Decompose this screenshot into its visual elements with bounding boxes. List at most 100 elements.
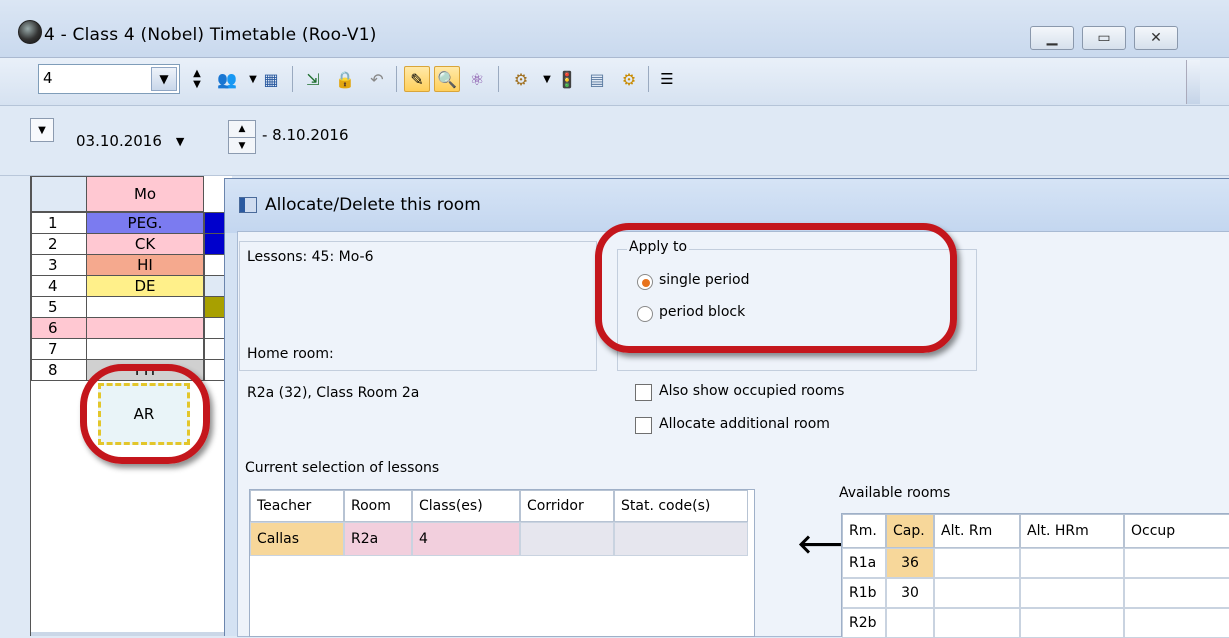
minimize-icon: ▁	[1046, 30, 1058, 46]
highlight-ring-lesson	[80, 364, 210, 464]
room-capacity-cell[interactable]: 30	[886, 578, 934, 608]
spin-down-icon[interactable]: ▼	[229, 138, 255, 154]
room-name-cell[interactable]: R1b	[842, 578, 886, 608]
also-show-occupied-label[interactable]: Also show occupied rooms	[659, 383, 844, 399]
lesson-cell[interactable]: CK	[86, 233, 204, 255]
room-table-cell[interactable]	[1020, 548, 1124, 578]
close-button[interactable]: ✕	[1134, 26, 1178, 50]
period-number: 2	[31, 233, 87, 255]
checkbox-also-show-occupied[interactable]	[635, 384, 652, 401]
lessons-table-cell[interactable]: Callas	[250, 522, 344, 556]
maximize-button[interactable]: ▭	[1082, 26, 1126, 50]
triangle-down-icon: ▼	[38, 124, 46, 136]
close-icon: ✕	[1150, 30, 1162, 46]
grid-view-icon[interactable]: ▦	[258, 66, 284, 92]
lesson-cell[interactable]: PEG.	[86, 212, 204, 234]
lesson-cell[interactable]: DE	[86, 275, 204, 297]
room-table-cell[interactable]	[1124, 578, 1229, 608]
grid-corner	[31, 176, 87, 212]
lesson-cell[interactable]	[86, 317, 204, 339]
period-number: 4	[31, 275, 87, 297]
room-table-cell[interactable]	[1124, 608, 1229, 638]
lessons-table-cell[interactable]	[614, 522, 748, 556]
dialog-title: Allocate/Delete this room	[265, 195, 481, 215]
collapse-button[interactable]: ▼	[30, 118, 54, 142]
date-spinner[interactable]: ▲ ▼	[228, 120, 256, 154]
class-select-value: 4	[43, 69, 53, 87]
toolbar-separator	[648, 66, 649, 92]
room-capacity-cell[interactable]	[886, 608, 934, 638]
app-icon	[18, 20, 42, 44]
toolbar-separator	[396, 66, 397, 92]
period-number: 3	[31, 254, 87, 276]
start-date: 03.10.2016	[76, 132, 162, 150]
lessons-column-header[interactable]: Teacher	[250, 490, 344, 522]
room-table-cell[interactable]	[1020, 608, 1124, 638]
settings-doc-icon[interactable]: ⚙	[508, 66, 534, 92]
room-table-cell[interactable]	[934, 608, 1020, 638]
chevron-down-icon[interactable]: ▼	[151, 67, 177, 91]
class-select[interactable]: 4 ▼	[38, 64, 180, 94]
room-table-cell[interactable]	[1124, 548, 1229, 578]
available-rooms-label: Available rooms	[839, 485, 951, 501]
lesson-cell[interactable]	[86, 338, 204, 360]
rooms-column-header[interactable]: Rm.	[842, 514, 886, 548]
minimize-button[interactable]: ▁	[1030, 26, 1074, 50]
edit-icon[interactable]: ✎	[404, 66, 430, 92]
lessons-table: Teacher Room Class(es) Corridor Stat. code(s…	[249, 489, 755, 637]
window-title: 4 - Class 4 (Nobel) Timetable (Roo-V1)	[44, 25, 377, 45]
chevron-down-icon[interactable]: ▼	[176, 135, 184, 148]
spin-up-icon[interactable]: ▲	[229, 121, 255, 138]
day-header-mo: Mo	[86, 176, 204, 212]
zoom-view-icon[interactable]: ▤	[584, 66, 610, 92]
checkbox-allocate-additional[interactable]	[635, 417, 652, 434]
period-number: 6	[31, 317, 87, 339]
current-selection-label: Current selection of lessons	[245, 460, 440, 476]
lesson-cell[interactable]	[86, 296, 204, 318]
maximize-icon: ▭	[1097, 30, 1111, 46]
period-number: 8	[31, 359, 87, 381]
gear-icon[interactable]: ⚙	[616, 66, 642, 92]
import-icon[interactable]: ⇲	[300, 66, 326, 92]
rooms-column-header[interactable]: Alt. HRm	[1020, 514, 1124, 548]
room-capacity-cell[interactable]: 36	[886, 548, 934, 578]
lessons-column-header[interactable]: Corridor	[520, 490, 614, 522]
lesson-cell[interactable]: HI	[86, 254, 204, 276]
date-picker[interactable]: 03.10.2016 ▼	[76, 124, 226, 158]
rooms-column-header[interactable]: Alt. Rm	[934, 514, 1020, 548]
lessons-table-cell[interactable]: R2a	[344, 522, 412, 556]
room-name-cell[interactable]: R2b	[842, 608, 886, 638]
users-icon[interactable]: 👥	[214, 66, 240, 92]
room-table-cell[interactable]	[934, 578, 1020, 608]
period-number: 5	[31, 296, 87, 318]
lessons-column-header[interactable]: Stat. code(s)	[614, 490, 748, 522]
rooms-column-header[interactable]: Cap.	[886, 514, 934, 548]
lessons-label: Lessons: 45: Mo-6	[247, 249, 374, 265]
dialog-window-icon	[239, 197, 257, 213]
home-room-label: Home room:	[247, 346, 334, 362]
room-table-cell[interactable]	[1020, 578, 1124, 608]
menu-options-icon[interactable]: ☰	[654, 66, 680, 92]
allocate-room-dialog: Allocate/Delete this room Lessons: 45: M…	[224, 178, 1229, 638]
available-rooms-table: Rm. Cap. Alt. Rm Alt. HRm Occup R1a 36 R1b 30 R2…	[841, 513, 1229, 638]
lock-icon[interactable]: 🔒	[332, 66, 358, 92]
lessons-column-header[interactable]: Room	[344, 490, 412, 522]
room-table-cell[interactable]	[934, 548, 1020, 578]
lessons-table-cell[interactable]	[520, 522, 614, 556]
toolbar-overflow-handle[interactable]	[1186, 60, 1200, 104]
undo-icon[interactable]: ↶	[364, 66, 390, 92]
period-number: 1	[31, 212, 87, 234]
traffic-light-icon[interactable]: 🚦	[554, 66, 580, 92]
lessons-column-header[interactable]: Class(es)	[412, 490, 520, 522]
toolbar-separator	[498, 66, 499, 92]
lessons-table-cell[interactable]: 4	[412, 522, 520, 556]
toolbar-separator	[292, 66, 293, 92]
rooms-column-header[interactable]: Occup	[1124, 514, 1229, 548]
search-icon[interactable]: 🔍	[434, 66, 460, 92]
highlight-ring-apply-to	[595, 223, 957, 353]
room-name-cell[interactable]: R1a	[842, 548, 886, 578]
network-icon[interactable]: ⚛	[464, 66, 490, 92]
allocate-additional-label[interactable]: Allocate additional room	[659, 416, 830, 432]
spin-arrows-icon[interactable]: ▲ ▼	[184, 66, 210, 92]
home-room-value: R2a (32), Class Room 2a	[247, 385, 420, 401]
